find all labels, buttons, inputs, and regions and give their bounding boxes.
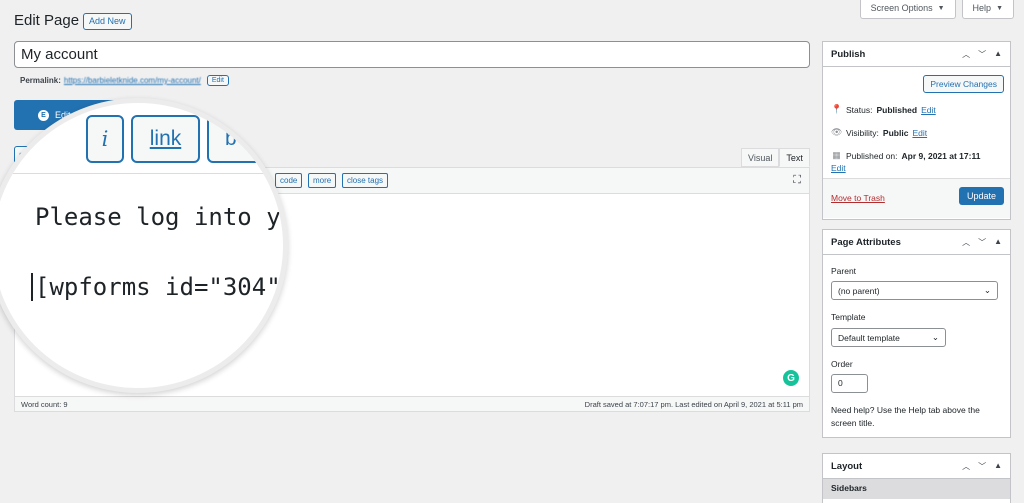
chevron-up-icon[interactable]: ︿ (962, 237, 970, 248)
order-input[interactable]: 0 (831, 374, 868, 393)
caret-down-icon: ▼ (937, 4, 945, 12)
sidebars-label: Sidebars (823, 479, 1010, 499)
page-attributes-box: Page Attributes ︿ ﹀ ▲ Parent (no parent)… (822, 229, 1011, 438)
published-on-row: ▦ Published on: Apr 9, 2021 at 17:11 (831, 150, 980, 161)
tab-text[interactable]: Text (779, 148, 810, 167)
published-edit-row: Edit (831, 163, 846, 173)
parent-label: Parent (831, 266, 857, 276)
status-edit-link[interactable]: Edit (921, 105, 936, 115)
chevron-down-icon[interactable]: ﹀ (978, 237, 986, 248)
toolbar-divider-zoomed (0, 173, 283, 174)
layout-box-header: Layout ︿ ﹀ ▲ (823, 454, 1010, 479)
page-title: Edit Page (14, 12, 80, 29)
parent-select-value: (no parent) (838, 285, 880, 296)
screen-options-tab[interactable]: Screen Options ▼ (859, 0, 956, 19)
draft-saved-text: Draft saved at 7:07:17 pm. Last edited o… (584, 399, 803, 409)
eye-icon: 👁 (831, 127, 843, 137)
visibility-label: Visibility: (846, 127, 879, 138)
publish-box-header: Publish ︿ ﹀ ▲ (823, 42, 1010, 67)
tab-visual[interactable]: Visual (741, 148, 780, 167)
template-label: Template (831, 312, 866, 322)
screen-meta-links: Screen Options ▼ Help ▼ (859, 0, 1014, 19)
status-bar: Word count: 9 Draft saved at 7:07:17 pm.… (14, 396, 810, 412)
chevron-down-icon[interactable]: ﹀ (978, 461, 986, 472)
content-line-1-zoomed: Please log into y (35, 203, 281, 231)
order-label: Order (831, 359, 853, 369)
published-edit-link[interactable]: Edit (831, 163, 846, 173)
close-tags-button[interactable]: close tags (342, 173, 389, 188)
template-select-value: Default template (838, 332, 900, 343)
post-title-input[interactable] (14, 41, 810, 68)
screen-options-label: Screen Options (870, 3, 933, 13)
magnifier-overlay: i link b Please log into y [wpforms id="… (0, 98, 288, 393)
code-button[interactable]: code (275, 173, 303, 188)
content-line-2-zoomed: [wpforms id="304" (35, 273, 281, 301)
status-row: 📍 Status: Published Edit (831, 104, 936, 115)
link-button-zoomed: link (131, 115, 200, 163)
page-attributes-header: Page Attributes ︿ ﹀ ▲ (823, 230, 1010, 255)
word-count: Word count: 9 (21, 399, 68, 409)
layout-box-title: Layout (831, 460, 863, 472)
status-value: Published (876, 104, 918, 115)
publish-box: Publish ︿ ﹀ ▲ Preview Changes 📍 Status: … (822, 41, 1011, 220)
parent-select[interactable]: (no parent) ⌄ (831, 281, 998, 300)
text-cursor (31, 273, 33, 301)
add-new-button[interactable]: Add New (83, 13, 132, 30)
publish-actions: Move to Trash Update (823, 178, 1010, 218)
fullscreen-icon[interactable]: ⛶ (793, 174, 801, 187)
status-label: Status: (846, 104, 873, 115)
move-to-trash-link[interactable]: Move to Trash (831, 193, 885, 203)
published-date: Apr 9, 2021 at 17:11 (901, 150, 981, 161)
box-controls: ︿ ﹀ ▲ (962, 49, 1002, 60)
toggle-panel-icon[interactable]: ▲ (994, 49, 1002, 60)
chevron-down-icon: ⌄ (931, 332, 939, 342)
pin-icon: 📍 (831, 104, 843, 114)
toggle-panel-icon[interactable]: ▲ (994, 237, 1002, 248)
permalink-url[interactable]: https://barbieletknide.com/my-account/ (64, 76, 201, 85)
layout-box: Layout ︿ ﹀ ▲ Sidebars (822, 453, 1011, 503)
chevron-down-icon[interactable]: ﹀ (978, 49, 986, 60)
page-attributes-help: Need help? Use the Help tab above the sc… (831, 405, 980, 428)
page-attributes-title: Page Attributes (831, 236, 901, 248)
calendar-icon: ▦ (832, 150, 841, 160)
template-select[interactable]: Default template ⌄ (831, 328, 946, 347)
toggle-panel-icon[interactable]: ▲ (994, 461, 1002, 472)
more-button[interactable]: more (308, 173, 337, 188)
editor-tabs: Visual Text (741, 148, 810, 167)
b-button-zoomed: b (207, 115, 277, 163)
chevron-up-icon[interactable]: ︿ (962, 461, 970, 472)
permalink-row: Permalink: https://barbieletknide.com/my… (20, 75, 229, 86)
italic-button-zoomed: i (86, 115, 124, 163)
grammarly-icon[interactable]: G (783, 370, 799, 386)
box-controls: ︿ ﹀ ▲ (962, 237, 1002, 248)
permalink-label: Permalink: (20, 76, 61, 85)
help-tab[interactable]: Help ▼ (961, 0, 1014, 19)
update-button[interactable]: Update (958, 187, 1004, 205)
visibility-edit-link[interactable]: Edit (912, 128, 927, 138)
box-controls: ︿ ﹀ ▲ (962, 461, 1002, 472)
help-label: Help (972, 3, 992, 13)
chevron-up-icon[interactable]: ︿ (962, 49, 970, 60)
published-on-label: Published on: (846, 150, 898, 161)
caret-down-icon: ▼ (996, 4, 1003, 12)
preview-changes-button[interactable]: Preview Changes (923, 75, 1004, 93)
chevron-down-icon: ⌄ (983, 285, 991, 295)
permalink-edit-button[interactable]: Edit (206, 75, 229, 86)
elementor-icon: E (38, 109, 49, 121)
visibility-value: Public (882, 127, 909, 138)
visibility-row: 👁 Visibility: Public Edit (831, 127, 927, 138)
publish-box-title: Publish (831, 48, 866, 60)
